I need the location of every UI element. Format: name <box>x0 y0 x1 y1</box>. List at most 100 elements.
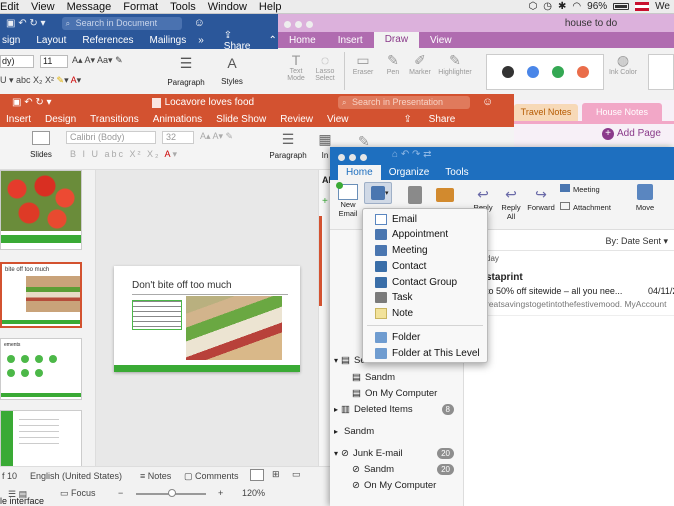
menu-item-task[interactable]: Task <box>363 290 487 305</box>
strikethrough-button[interactable]: abc <box>16 75 31 85</box>
chevron-up-icon[interactable]: ⌃ <box>266 35 278 46</box>
add-page-button[interactable]: + Add Page <box>602 128 661 140</box>
eraser-button[interactable]: ▭ Eraser <box>350 52 376 76</box>
archive-icon[interactable] <box>436 188 454 202</box>
menu-window[interactable]: Window <box>204 1 255 13</box>
zoom-in-icon[interactable]: + <box>218 488 223 498</box>
timemachine-icon[interactable]: ◷ <box>543 1 552 12</box>
new-email-button[interactable]: New Email <box>334 182 362 218</box>
font-size-box[interactable]: 32 <box>162 131 194 144</box>
tab-design[interactable]: Design <box>38 114 83 125</box>
font-name-box[interactable]: Calibri (Body) <box>66 131 156 144</box>
folder-row-deleted[interactable]: ▸ ▥ Deleted Items 8 <box>330 401 460 417</box>
notes-button[interactable]: ≡ Notes <box>140 471 171 481</box>
flag-icon[interactable] <box>635 2 650 11</box>
attachment-button[interactable]: Attachment <box>560 202 611 212</box>
section-tab-house-notes[interactable]: House Notes <box>582 103 662 121</box>
lasso-select-button[interactable]: ◌ Lasso Select <box>312 52 338 82</box>
slide-thumb-1[interactable] <box>0 170 82 250</box>
chevron-right-icon[interactable]: » <box>194 35 208 46</box>
menu-item-folder[interactable]: Folder <box>363 330 487 345</box>
close-dot[interactable] <box>284 21 291 28</box>
new-slide-button[interactable]: Slides <box>26 131 56 159</box>
move-button[interactable]: Move <box>630 184 660 212</box>
user-icon[interactable]: ☺ <box>194 17 205 29</box>
zoom-dot[interactable] <box>306 21 313 28</box>
tab-animations[interactable]: Animations <box>146 114 209 125</box>
battery-icon[interactable] <box>613 3 630 10</box>
tab-transitions[interactable]: Transitions <box>83 114 146 125</box>
folder-row-sandm[interactable]: ▸ Sandm <box>330 423 460 439</box>
swatch-orange[interactable] <box>576 66 589 78</box>
menu-tools[interactable]: Tools <box>166 1 204 13</box>
swatch-black[interactable] <box>501 66 514 78</box>
pane-add-icon[interactable]: + <box>322 196 328 207</box>
zoom-out-icon[interactable]: − <box>118 488 123 498</box>
folder-row-junk-computer[interactable]: ⊘ On My Computer <box>330 477 460 493</box>
tab-references[interactable]: References <box>74 35 141 46</box>
slide-title[interactable]: Don't bite off too much <box>132 280 232 291</box>
menu-format[interactable]: Format <box>119 1 166 13</box>
slide-sorter-icon[interactable]: ⊞ <box>272 469 280 480</box>
tab-slide-show[interactable]: Slide Show <box>209 114 273 125</box>
folder-row-junk-sandm[interactable]: ⊘ Sandm 20 <box>330 461 460 477</box>
slide-thumb-4[interactable] <box>0 410 82 466</box>
normal-view-icon[interactable] <box>250 469 264 481</box>
marker-button[interactable]: ✐ Marker <box>406 52 434 76</box>
paragraph-group[interactable]: ☰ Paragraph <box>268 131 308 160</box>
menu-item-appointment[interactable]: Appointment <box>363 227 487 242</box>
menu-item-contact[interactable]: Contact <box>363 259 487 274</box>
tab-draw[interactable]: Draw <box>373 32 420 48</box>
paragraph-group[interactable]: ☰ Paragraph <box>166 55 206 87</box>
ppt-search-input[interactable]: ⌕ Search in Presentation <box>338 96 470 109</box>
menu-item-folder-at-level[interactable]: Folder at This Level <box>363 346 487 361</box>
delete-icon[interactable] <box>408 186 422 204</box>
folder-row-sent-computer[interactable]: ▤ On My Computer <box>330 385 460 401</box>
message-item[interactable]: staprint to 50% off sitewide – all you n… <box>464 268 674 316</box>
menu-view[interactable]: View <box>27 1 63 13</box>
folder-row-junk[interactable]: ▾ ⊘ Junk E-mail 20 <box>330 445 460 461</box>
close-dot[interactable] <box>338 154 345 161</box>
tab-view[interactable]: View <box>419 35 463 46</box>
swatch-blue[interactable] <box>526 66 539 78</box>
font-name-box[interactable]: dy) <box>0 55 34 68</box>
dropbox-icon[interactable]: ⬡ <box>529 1 538 12</box>
tab-home[interactable]: Home <box>338 165 381 180</box>
user-icon[interactable]: ☺ <box>482 96 493 108</box>
underline-button[interactable]: U <box>0 75 7 85</box>
font-size-box[interactable]: 11 <box>40 55 68 68</box>
tab-insert[interactable]: Insert <box>0 114 38 125</box>
menu-help[interactable]: Help <box>255 1 290 13</box>
menu-item-contact-group[interactable]: Contact Group <box>363 275 487 290</box>
styles-group[interactable]: A Styles <box>214 55 250 86</box>
swatch-green[interactable] <box>551 66 564 78</box>
tab-home[interactable]: Home <box>278 35 327 46</box>
highlighter-button[interactable]: ✎ Highlighter <box>436 52 474 76</box>
sort-control[interactable]: By: Date Sent ▾ <box>605 236 668 247</box>
slide-text-box[interactable] <box>132 300 182 330</box>
section-tab-travel-notes[interactable]: Travel Notes <box>514 104 578 121</box>
meeting-button[interactable]: Meeting <box>560 184 600 194</box>
slide-thumb-2[interactable]: bite off too much <box>0 262 82 328</box>
font-color-icon[interactable]: A <box>71 75 77 85</box>
tab-view[interactable]: View <box>320 114 356 125</box>
slide-thumb-3[interactable]: ements <box>0 338 82 400</box>
language-status[interactable]: English (United States) <box>30 471 122 481</box>
bluetooth-icon[interactable]: ✱ <box>558 1 566 12</box>
current-slide[interactable]: Don't bite off too much <box>114 266 300 372</box>
font-color-icon[interactable]: A <box>165 149 173 159</box>
menu-message[interactable]: Message <box>63 1 120 13</box>
menu-item-note[interactable]: Note <box>363 306 487 321</box>
zoom-dot[interactable] <box>360 154 367 161</box>
word-search-input[interactable]: ⌕ Search in Document <box>61 16 182 30</box>
reading-view-icon[interactable]: ▭ <box>292 469 301 480</box>
tab-tools[interactable]: Tools <box>437 165 476 180</box>
minimize-dot[interactable] <box>349 154 356 161</box>
menu-item-meeting[interactable]: Meeting <box>363 243 487 258</box>
comments-button[interactable]: ▢ Comments <box>184 471 239 482</box>
folder-row-sent-sandm[interactable]: ▤ Sandm <box>330 369 460 385</box>
pen-button[interactable]: ✎ Pen <box>382 52 404 76</box>
forward-button[interactable]: ↪ Forward <box>526 186 556 212</box>
clock-text[interactable]: We <box>655 1 670 12</box>
menu-item-email[interactable]: Email <box>363 212 487 227</box>
